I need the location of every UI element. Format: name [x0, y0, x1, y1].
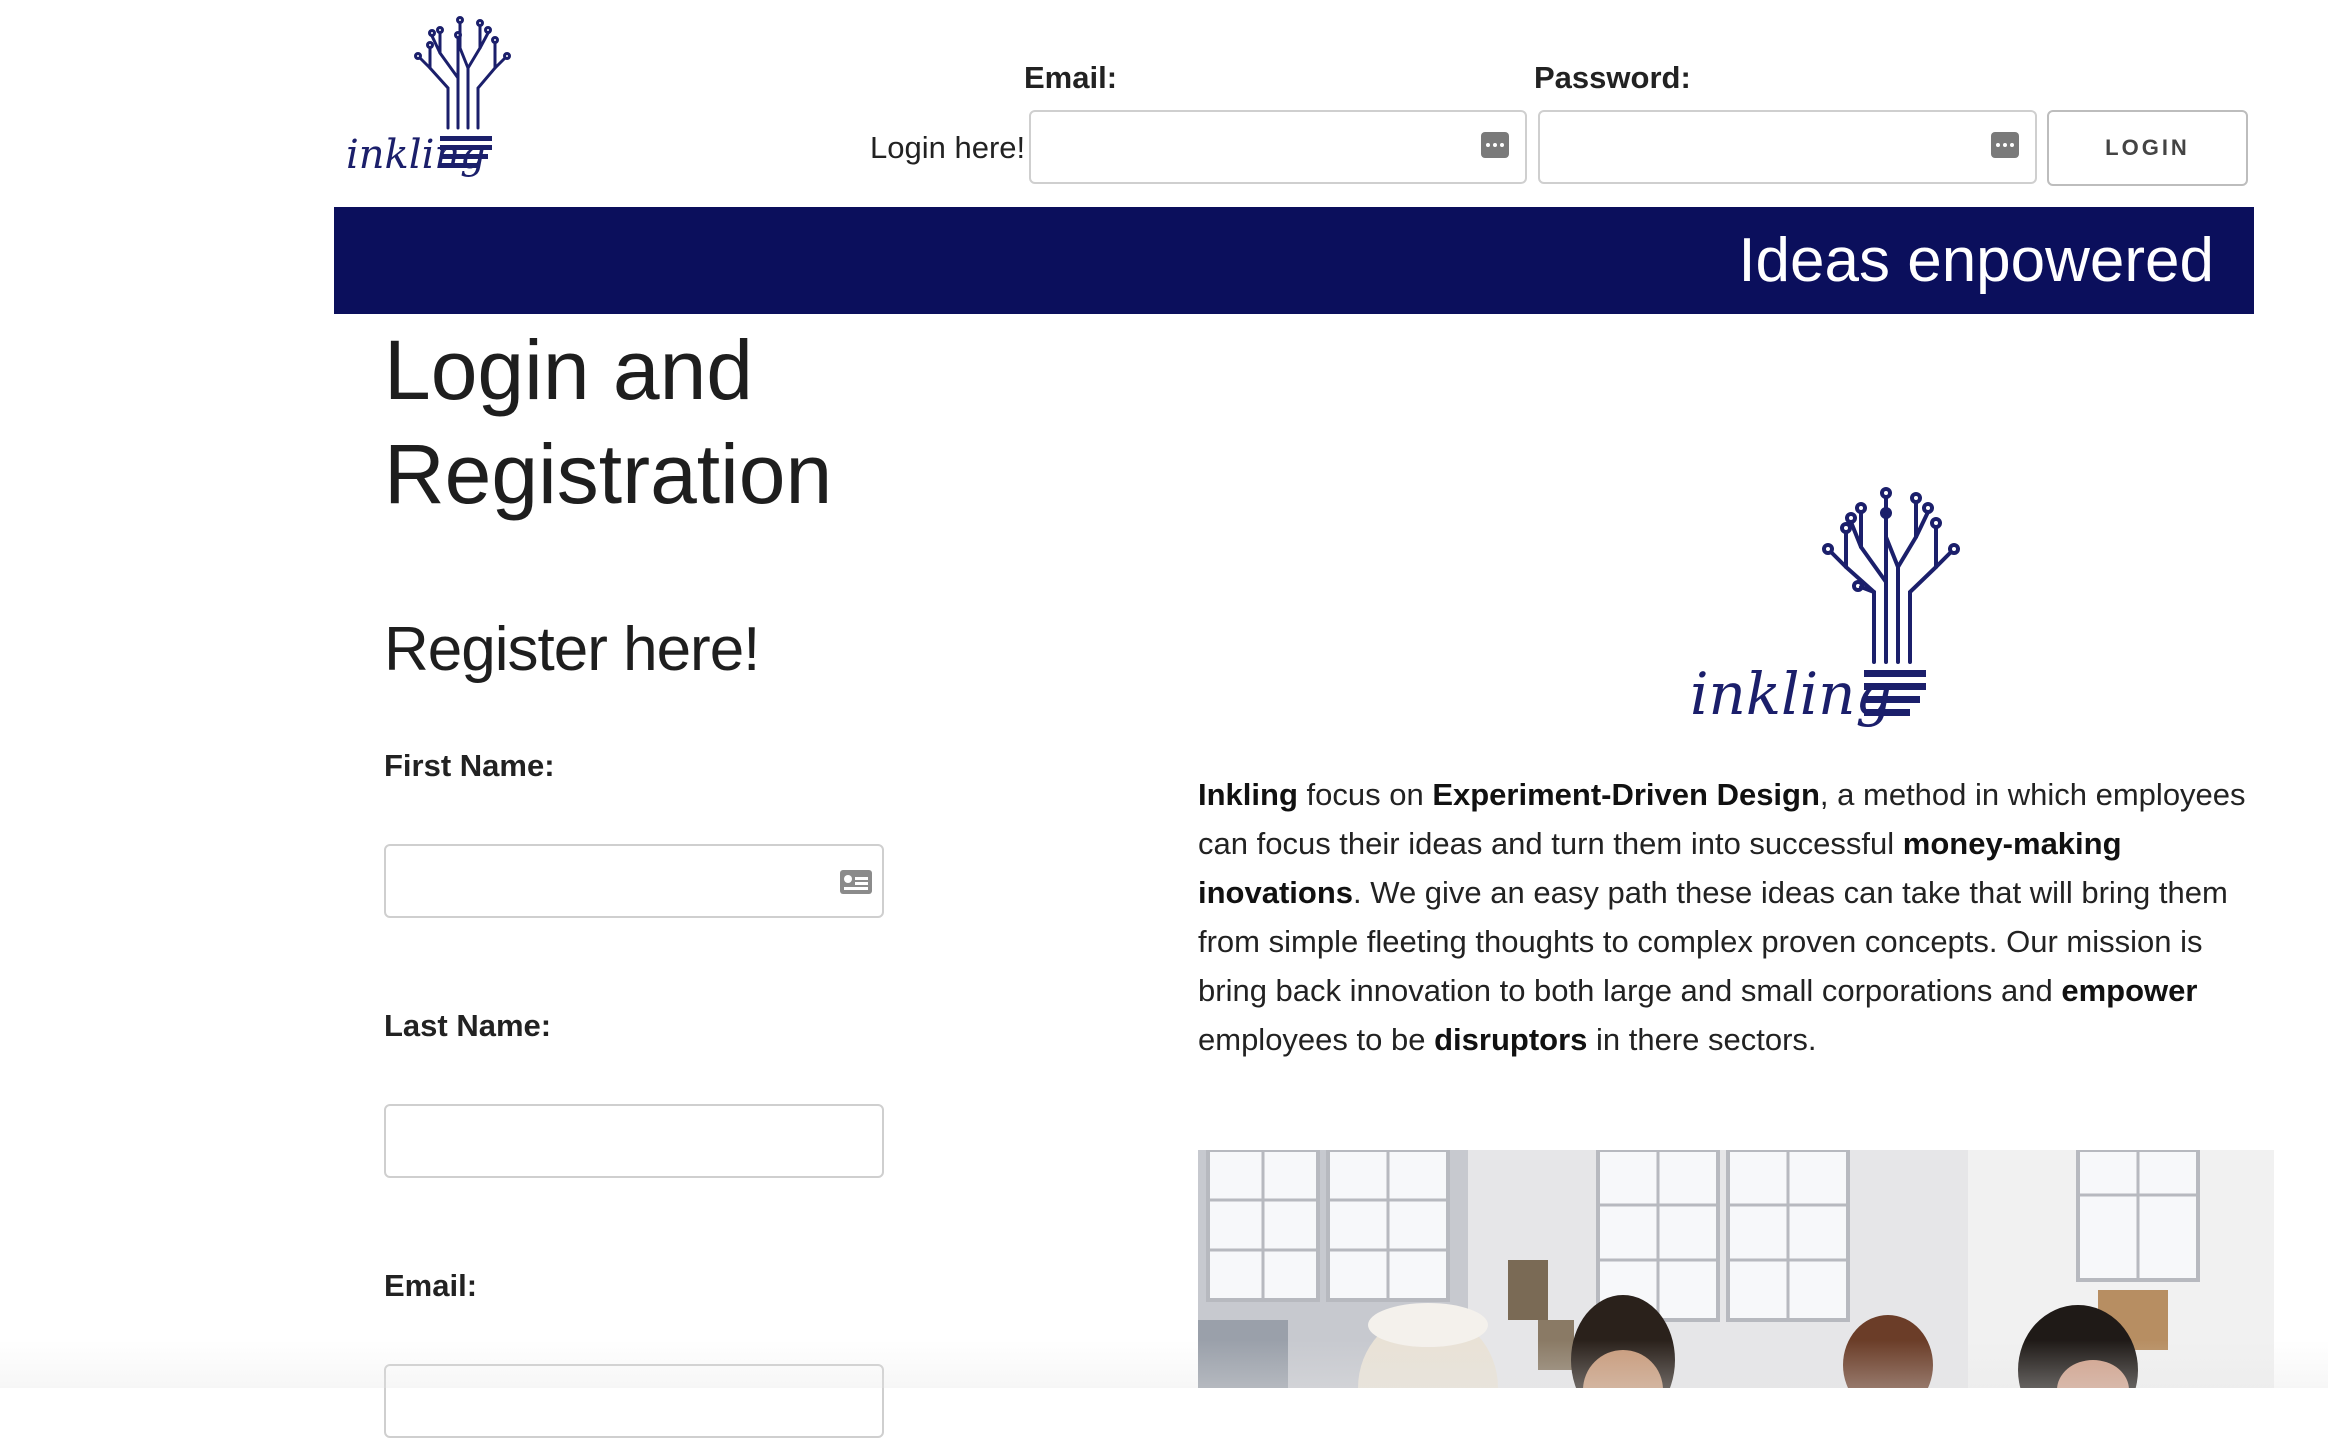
login-password-label: Password:	[1534, 60, 1691, 95]
about-bold-brand: Inkling	[1198, 777, 1298, 812]
login-intro-text: Login here!	[870, 130, 1026, 165]
lightbulb-tree-logo-icon: inkling	[346, 16, 511, 178]
last-name-input[interactable]	[384, 1104, 884, 1178]
about-bold-empower: empower	[2061, 973, 2198, 1008]
login-password-input[interactable]	[1538, 110, 2037, 184]
first-name-input[interactable]	[384, 844, 884, 918]
about-text: in there sectors.	[1587, 1022, 1817, 1057]
page-title: Login and Registration	[384, 323, 833, 521]
register-heading: Register here!	[384, 615, 760, 684]
about-text: employees to be	[1198, 1022, 1435, 1057]
inkling-logo-large: inkling	[1686, 472, 1962, 744]
about-text: focus on	[1297, 777, 1433, 812]
inkling-logo[interactable]: inkling	[340, 8, 530, 188]
login-button[interactable]: LOGIN	[2047, 110, 2248, 186]
login-email-label: Email:	[1024, 60, 1118, 95]
first-name-label: First Name:	[384, 748, 555, 783]
lightbulb-tree-logo-icon: inkling	[1690, 487, 1960, 728]
contact-card-icon[interactable]	[840, 870, 872, 894]
about-bold-method: Experiment-Driven Design	[1432, 777, 1820, 812]
tagline-banner: Ideas enpowered	[334, 207, 2254, 314]
bottom-fade	[0, 1340, 2328, 1388]
svg-text:inkling: inkling	[1690, 660, 1893, 728]
tagline-text: Ideas enpowered	[1738, 226, 2214, 295]
password-manager-icon[interactable]	[1481, 132, 1509, 158]
about-paragraph: Inkling focus on Experiment-Driven Desig…	[1198, 770, 2278, 1064]
register-email-label: Email:	[384, 1268, 478, 1303]
login-email-input[interactable]	[1029, 110, 1527, 184]
password-manager-icon[interactable]	[1991, 132, 2019, 158]
svg-text:inkling: inkling	[346, 132, 486, 178]
about-bold-disruptors: disruptors	[1434, 1022, 1588, 1057]
last-name-label: Last Name:	[384, 1008, 552, 1043]
